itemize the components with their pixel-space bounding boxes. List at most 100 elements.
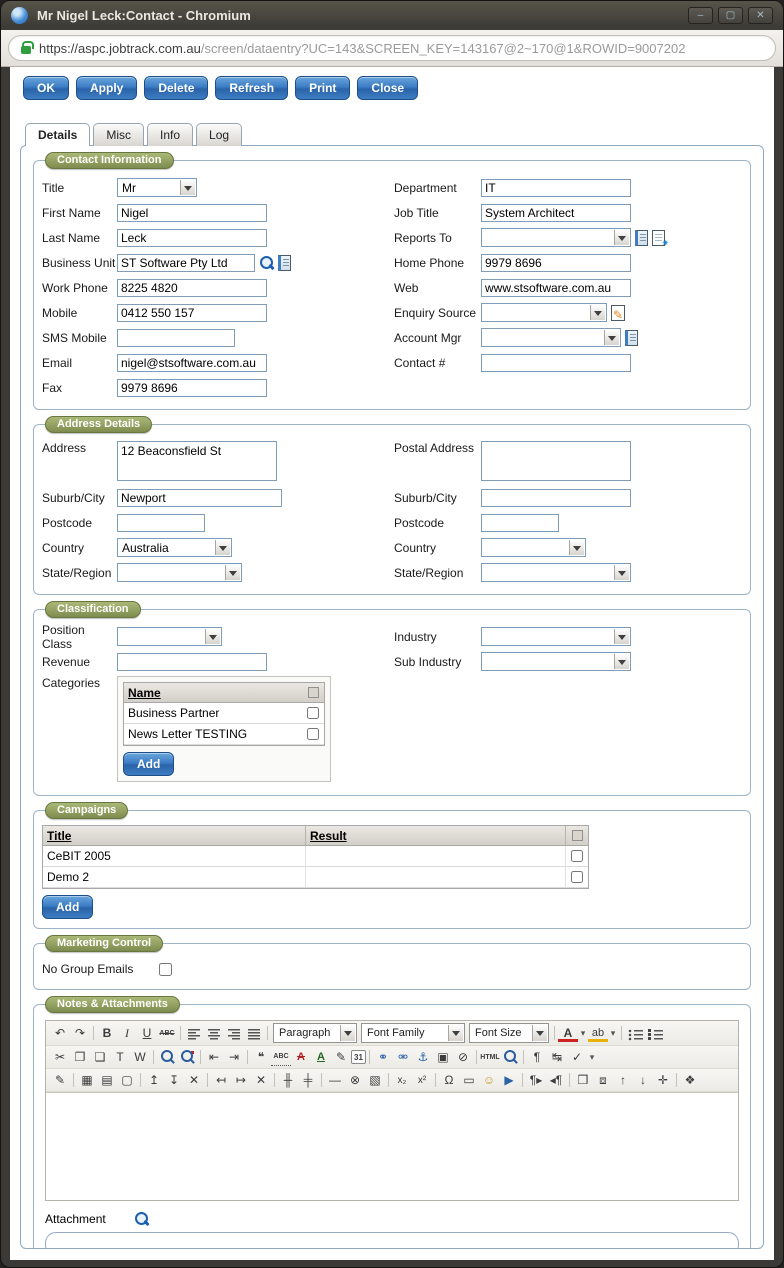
page-break-icon[interactable]: ↹ bbox=[547, 1048, 567, 1066]
delete-col-icon[interactable]: ✕ bbox=[251, 1071, 271, 1089]
ltr-icon[interactable]: ¶▸ bbox=[526, 1071, 546, 1089]
row-after-icon[interactable]: ↧ bbox=[164, 1071, 184, 1089]
format-select[interactable]: Paragraph bbox=[273, 1023, 357, 1043]
toolbar-separator[interactable] bbox=[244, 1048, 251, 1066]
visual-aid-icon[interactable]: ▧ bbox=[365, 1071, 385, 1089]
toolbar-separator[interactable] bbox=[264, 1024, 271, 1042]
ordered-list-icon[interactable] bbox=[645, 1024, 665, 1042]
email-input[interactable] bbox=[117, 353, 267, 372]
copy-icon[interactable]: ❐ bbox=[70, 1048, 90, 1066]
superscript-icon[interactable]: x² bbox=[412, 1071, 432, 1089]
insert-table-icon[interactable]: ▦ bbox=[77, 1071, 97, 1089]
iframe-icon[interactable]: ▭ bbox=[459, 1071, 479, 1089]
emotions-icon[interactable]: ☺ bbox=[479, 1071, 499, 1089]
business-unit-input[interactable] bbox=[117, 253, 255, 272]
toolbar-separator[interactable] bbox=[271, 1071, 278, 1089]
title-select[interactable]: Mr bbox=[117, 178, 197, 197]
fax-input[interactable] bbox=[117, 378, 267, 397]
postal-address-textarea[interactable] bbox=[481, 441, 631, 481]
business-unit-search-icon[interactable] bbox=[259, 255, 274, 270]
visual-chars-icon[interactable]: ¶ bbox=[527, 1048, 547, 1066]
campaign-row[interactable]: Demo 2 bbox=[43, 867, 588, 888]
row-before-icon[interactable]: ↥ bbox=[144, 1071, 164, 1089]
tab-details[interactable]: Details bbox=[25, 123, 91, 146]
toolbar-separator[interactable] bbox=[177, 1024, 184, 1042]
postal-postcode-input[interactable] bbox=[481, 513, 559, 532]
categories-select-all-checkbox[interactable] bbox=[308, 687, 319, 698]
italic-icon[interactable]: I bbox=[117, 1024, 137, 1042]
toolbar-separator[interactable] bbox=[90, 1024, 97, 1042]
add-campaign-button[interactable]: Add bbox=[42, 895, 94, 919]
campaigns-select-all-checkbox[interactable] bbox=[571, 830, 583, 841]
category-checkbox[interactable] bbox=[307, 707, 319, 719]
attributes-icon[interactable]: ✎ bbox=[331, 1048, 351, 1066]
move-forward-icon[interactable]: ↑ bbox=[613, 1071, 633, 1089]
new-document-icon[interactable]: ✎ bbox=[50, 1071, 70, 1089]
blockquote-icon[interactable]: ❝ bbox=[251, 1048, 271, 1066]
backcolor-icon[interactable]: ab bbox=[588, 1024, 608, 1042]
charmap-icon[interactable]: Ω bbox=[439, 1071, 459, 1089]
col-after-icon[interactable]: ↦ bbox=[231, 1071, 251, 1089]
remove-format-icon[interactable]: ⊗ bbox=[345, 1071, 365, 1089]
toolbar-separator[interactable] bbox=[551, 1024, 558, 1042]
font-family-select[interactable]: Font Family bbox=[361, 1023, 465, 1043]
reports-to-ledger-icon[interactable] bbox=[635, 229, 648, 246]
bold-icon[interactable]: B bbox=[97, 1024, 117, 1042]
sub-industry-select[interactable] bbox=[481, 652, 631, 671]
paste-from-word-icon[interactable]: W bbox=[130, 1048, 150, 1066]
split-cells-icon[interactable]: ╫ bbox=[278, 1071, 298, 1089]
postal-state-region-select[interactable] bbox=[481, 563, 631, 582]
add-category-button[interactable]: Add bbox=[123, 752, 175, 776]
style-props-icon[interactable]: ❖ bbox=[680, 1071, 700, 1089]
last-name-input[interactable] bbox=[117, 228, 267, 247]
del-icon[interactable]: A bbox=[291, 1048, 311, 1066]
ok-button[interactable]: OK bbox=[23, 76, 69, 100]
reports-to-select[interactable] bbox=[481, 228, 631, 247]
postal-country-select[interactable] bbox=[481, 538, 586, 557]
web-input[interactable] bbox=[481, 278, 631, 297]
undo-icon[interactable]: ↶ bbox=[50, 1024, 70, 1042]
preview-icon[interactable] bbox=[500, 1048, 520, 1066]
media-icon[interactable]: ▶ bbox=[499, 1071, 519, 1089]
campaign-checkbox[interactable] bbox=[571, 850, 583, 862]
toolbar-separator[interactable] bbox=[432, 1071, 439, 1089]
delete-button[interactable]: Delete bbox=[144, 76, 209, 100]
first-name-input[interactable] bbox=[117, 203, 267, 222]
toolbar-separator[interactable] bbox=[318, 1071, 325, 1089]
paste-icon[interactable]: ❏ bbox=[90, 1048, 110, 1066]
attachment-input[interactable] bbox=[45, 1232, 739, 1248]
no-group-emails-checkbox[interactable] bbox=[159, 962, 172, 976]
revenue-input[interactable] bbox=[117, 652, 267, 671]
link-icon[interactable]: ⚭ bbox=[373, 1048, 393, 1066]
toolbar-separator[interactable] bbox=[150, 1048, 157, 1066]
toolbar-separator[interactable] bbox=[519, 1071, 526, 1089]
minimize-button[interactable]: – bbox=[688, 7, 713, 24]
address-textarea[interactable]: 12 Beaconsfield St bbox=[117, 441, 277, 481]
account-mgr-select[interactable] bbox=[481, 328, 621, 347]
reports-to-new-record-icon[interactable] bbox=[652, 229, 669, 249]
toolbar-separator[interactable] bbox=[618, 1024, 625, 1042]
ins-icon[interactable]: A bbox=[311, 1048, 331, 1066]
toolbar-toggle-icon[interactable]: ▾ bbox=[587, 1048, 597, 1066]
absolute-position-icon[interactable]: ✛ bbox=[653, 1071, 673, 1089]
toolbar-separator[interactable] bbox=[70, 1071, 77, 1089]
postal-suburb-city-input[interactable] bbox=[481, 488, 631, 507]
address-bar[interactable]: https://aspc.jobtrack.com.au/screen/data… bbox=[8, 35, 776, 61]
forecolor-icon[interactable]: A bbox=[558, 1024, 578, 1042]
col-before-icon[interactable]: ↤ bbox=[211, 1071, 231, 1089]
unlink-icon[interactable]: ⚮ bbox=[393, 1048, 413, 1066]
sms-mobile-input[interactable] bbox=[117, 328, 235, 347]
tab-log[interactable]: Log bbox=[196, 123, 243, 146]
url-text[interactable]: https://aspc.jobtrack.com.au/screen/data… bbox=[39, 41, 685, 56]
toolbar-separator[interactable] bbox=[366, 1048, 373, 1066]
refresh-button[interactable]: Refresh bbox=[215, 76, 289, 100]
toolbar-separator[interactable] bbox=[204, 1071, 211, 1089]
enquiry-source-edit-icon[interactable] bbox=[611, 304, 625, 322]
tab-info[interactable]: Info bbox=[147, 123, 194, 146]
apply-button[interactable]: Apply bbox=[76, 76, 138, 100]
job-title-input[interactable] bbox=[481, 203, 631, 222]
mobile-input[interactable] bbox=[117, 303, 267, 322]
toolbar-separator[interactable] bbox=[673, 1071, 680, 1089]
close-button[interactable]: ✕ bbox=[748, 7, 773, 24]
toolbar-separator[interactable] bbox=[385, 1071, 392, 1089]
